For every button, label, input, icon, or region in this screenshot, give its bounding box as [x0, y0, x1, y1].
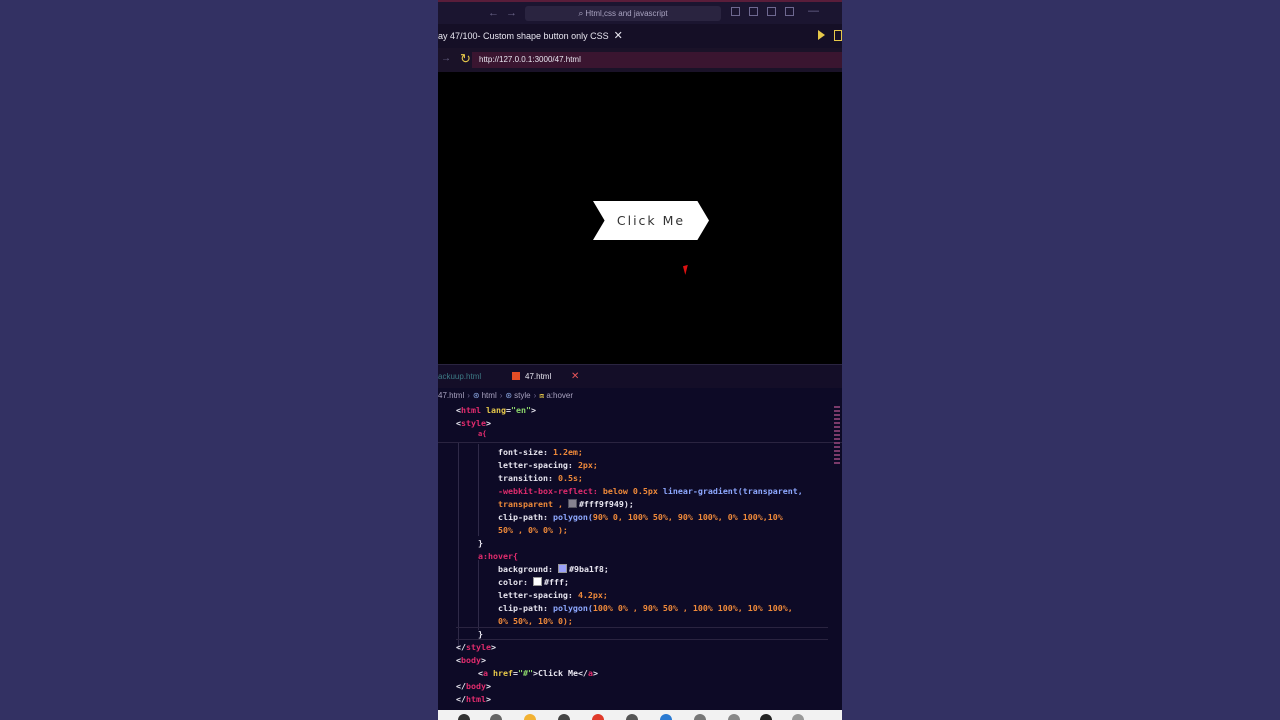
indent-guide — [478, 560, 479, 630]
code-line: letter-spacing: 2px; — [498, 460, 598, 470]
color-swatch[interactable] — [532, 577, 542, 586]
split-editor-icon[interactable] — [834, 30, 842, 41]
code-line: -webkit-box-reflect: below 0.5px linear-… — [498, 486, 803, 496]
preview-tab-title: ay 47/100- Custom shape button only CSS — [438, 31, 609, 41]
app-icon[interactable] — [792, 714, 804, 720]
search-text: Html,css and javascript — [585, 9, 668, 18]
color-swatch[interactable] — [557, 564, 567, 573]
command-center-search[interactable]: ⌕ Html,css and javascript — [525, 6, 721, 21]
code-line: letter-spacing: 4.2px; — [498, 590, 608, 600]
code-line: </body> — [456, 681, 491, 691]
breadcrumb-file[interactable]: 47.html — [438, 391, 464, 400]
browser-icon[interactable] — [592, 714, 604, 720]
code-line: </style> — [456, 642, 496, 652]
back-arrow-icon[interactable]: ← — [488, 7, 499, 19]
code-line: } — [478, 629, 483, 639]
html5-icon — [512, 372, 520, 380]
vscode-icon[interactable] — [660, 714, 672, 720]
folder-icon[interactable] — [524, 714, 536, 720]
code-line: a{ — [478, 430, 487, 438]
code-line: </html> — [456, 694, 491, 704]
toggle-sidebar-icon[interactable] — [731, 7, 740, 16]
element-icon: ⊛ — [505, 391, 513, 400]
app-icon[interactable] — [694, 714, 706, 720]
code-line: clip-path: polygon(100% 0% , 90% 50% , 1… — [498, 603, 793, 613]
browser-tab-bar: ay 47/100- Custom shape button only CSS ✕ — [438, 24, 842, 48]
click-me-button-label: Click Me — [616, 213, 686, 228]
code-line: font-size: 1.2em; — [498, 447, 583, 457]
live-preview: Click Me — [438, 72, 842, 364]
mouse-cursor-icon — [682, 264, 694, 275]
editor-tab-47[interactable]: 47.html — [512, 365, 551, 389]
search-icon: ⌕ — [578, 8, 584, 18]
close-tab-icon[interactable]: ✕ — [614, 30, 623, 42]
run-icon[interactable] — [818, 30, 825, 40]
editor-tab-47-label: 47.html — [525, 372, 552, 381]
code-line: transparent , #fff9f949); — [498, 499, 634, 509]
sticky-scroll-header: <html lang="en"> <style> a{ — [438, 404, 842, 443]
minimap[interactable] — [834, 406, 840, 470]
code-line: clip-path: polygon(90% 0, 100% 50%, 90% … — [498, 512, 783, 522]
breadcrumb-style[interactable]: style — [514, 391, 530, 400]
forward-arrow-icon[interactable]: → — [506, 7, 517, 19]
device-screen: ← → ⌕ Html,css and javascript — ay 47/100… — [438, 0, 842, 720]
minimize-icon[interactable]: — — [808, 5, 819, 17]
app-icon[interactable] — [490, 714, 502, 720]
toggle-panel-icon[interactable] — [749, 7, 758, 16]
color-swatch[interactable] — [567, 499, 577, 508]
app-icon[interactable] — [760, 714, 772, 720]
code-line: a:hover{ — [478, 551, 518, 561]
code-line: <body> — [456, 655, 486, 665]
code-editor[interactable]: <html lang="en"> <style> a{ font-size: 1… — [438, 404, 842, 710]
chevron-right-icon: › — [467, 391, 470, 400]
element-icon: ⊛ — [472, 391, 480, 400]
code-line: 50% , 0% 0% ); — [498, 525, 568, 535]
preview-tab[interactable]: ay 47/100- Custom shape button only CSS ✕ — [438, 24, 623, 48]
editor-tab-bar: ackuup.html 47.html ✕ — [438, 364, 842, 388]
window-title-bar: ← → ⌕ Html,css and javascript — — [438, 0, 842, 24]
forward-icon[interactable]: → — [441, 53, 451, 64]
app-icon[interactable] — [558, 714, 570, 720]
code-line: color: #fff; — [498, 577, 569, 587]
code-line: background: #9ba1f8; — [498, 564, 609, 574]
indent-guide — [478, 444, 479, 536]
toggle-secondary-sidebar-icon[interactable] — [767, 7, 776, 16]
reload-icon[interactable]: ↻ — [460, 51, 471, 67]
address-bar: → ↻ http://127.0.0.1:3000/47.html — [438, 48, 842, 72]
start-icon[interactable] — [458, 714, 470, 720]
customize-layout-icon[interactable] — [785, 7, 794, 16]
code-line: 0% 50%, 10% 0); — [498, 616, 573, 626]
current-line-highlight — [456, 627, 828, 640]
breadcrumb-html[interactable]: html — [482, 391, 497, 400]
code-line: } — [478, 538, 483, 548]
code-line: transition: 0.5s; — [498, 473, 583, 483]
indent-guide — [458, 430, 459, 650]
code-line: <html lang="en"> — [456, 405, 536, 415]
settings-icon[interactable] — [728, 714, 740, 720]
url-input[interactable]: http://127.0.0.1:3000/47.html — [472, 52, 842, 68]
close-editor-tab-icon[interactable]: ✕ — [571, 365, 579, 389]
chevron-right-icon: › — [499, 391, 503, 400]
code-line: <a href="#">Click Me</a> — [478, 668, 598, 678]
breadcrumb-selector[interactable]: a:hover — [546, 391, 573, 400]
os-taskbar — [438, 710, 842, 720]
breadcrumb: 47.html › ⊛ html › ⊛ style › ⧈ a:hover — [438, 388, 842, 404]
selector-icon: ⧈ — [539, 391, 545, 400]
click-me-button[interactable]: Click Me — [593, 201, 709, 240]
chevron-right-icon: › — [533, 391, 537, 400]
app-icon[interactable] — [626, 714, 638, 720]
editor-tab-backup[interactable]: ackuup.html — [438, 365, 481, 389]
